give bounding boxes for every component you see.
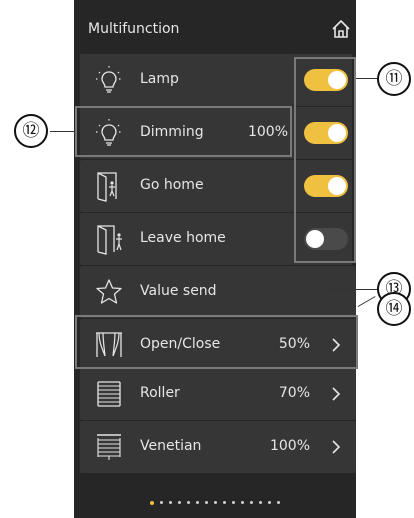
item-label: Roller	[140, 385, 180, 401]
page-dot[interactable]	[268, 501, 271, 504]
page-dot[interactable]	[250, 501, 253, 504]
list-item-leave-home[interactable]: Leave home	[80, 213, 296, 265]
door-enter-icon	[97, 172, 117, 202]
home-icon[interactable]	[330, 18, 352, 40]
door-exit-icon	[97, 225, 122, 255]
callout-14: ⑭	[377, 292, 411, 326]
callout-leader	[357, 296, 376, 307]
page-dot[interactable]	[241, 501, 244, 504]
callout-leader	[50, 131, 75, 132]
bulb-icon	[96, 66, 122, 93]
page-dot[interactable]	[169, 501, 172, 504]
toggles-highlight-frame	[294, 57, 356, 263]
item-label: Value send	[140, 283, 217, 299]
page-dot[interactable]	[178, 501, 181, 504]
item-label: Lamp	[140, 71, 179, 87]
roller-blind-icon	[97, 381, 121, 407]
page-dot[interactable]	[277, 501, 280, 504]
callout-leader	[356, 78, 378, 79]
item-label: Leave home	[140, 230, 226, 246]
page-dot[interactable]	[223, 501, 226, 504]
header: Multifunction	[74, 0, 356, 52]
page-dot[interactable]	[232, 501, 235, 504]
list-item-value-send[interactable]: Value send	[80, 266, 356, 318]
item-value: 100%	[269, 438, 310, 454]
list-item-lamp[interactable]: Lamp	[80, 54, 296, 106]
page-title: Multifunction	[88, 21, 180, 37]
callout-11: ⑪	[377, 62, 411, 96]
item-label: Venetian	[140, 438, 202, 454]
page-dot[interactable]	[214, 501, 217, 504]
page-dot[interactable]	[160, 501, 163, 504]
page-dot[interactable]	[259, 501, 262, 504]
page-dot[interactable]	[187, 501, 190, 504]
page-dot[interactable]	[205, 501, 208, 504]
item-value: 70%	[278, 385, 310, 401]
callout-leader	[326, 289, 378, 290]
callout-12: ⑫	[14, 114, 48, 148]
chevron-right-icon	[332, 440, 341, 454]
star-icon	[96, 279, 122, 304]
list-item-go-home[interactable]: Go home	[80, 160, 296, 212]
page-indicator[interactable]	[74, 492, 356, 505]
open-close-highlight-frame	[75, 315, 358, 369]
dimming-highlight-frame	[75, 106, 292, 157]
list-item-venetian[interactable]: Venetian 100%	[80, 421, 356, 473]
chevron-right-icon	[332, 387, 341, 401]
page-dot[interactable]	[196, 501, 199, 504]
venetian-blind-icon	[97, 434, 121, 460]
page-dot[interactable]	[150, 500, 154, 505]
list-item-roller[interactable]: Roller 70%	[80, 368, 356, 420]
item-label: Go home	[140, 177, 204, 193]
